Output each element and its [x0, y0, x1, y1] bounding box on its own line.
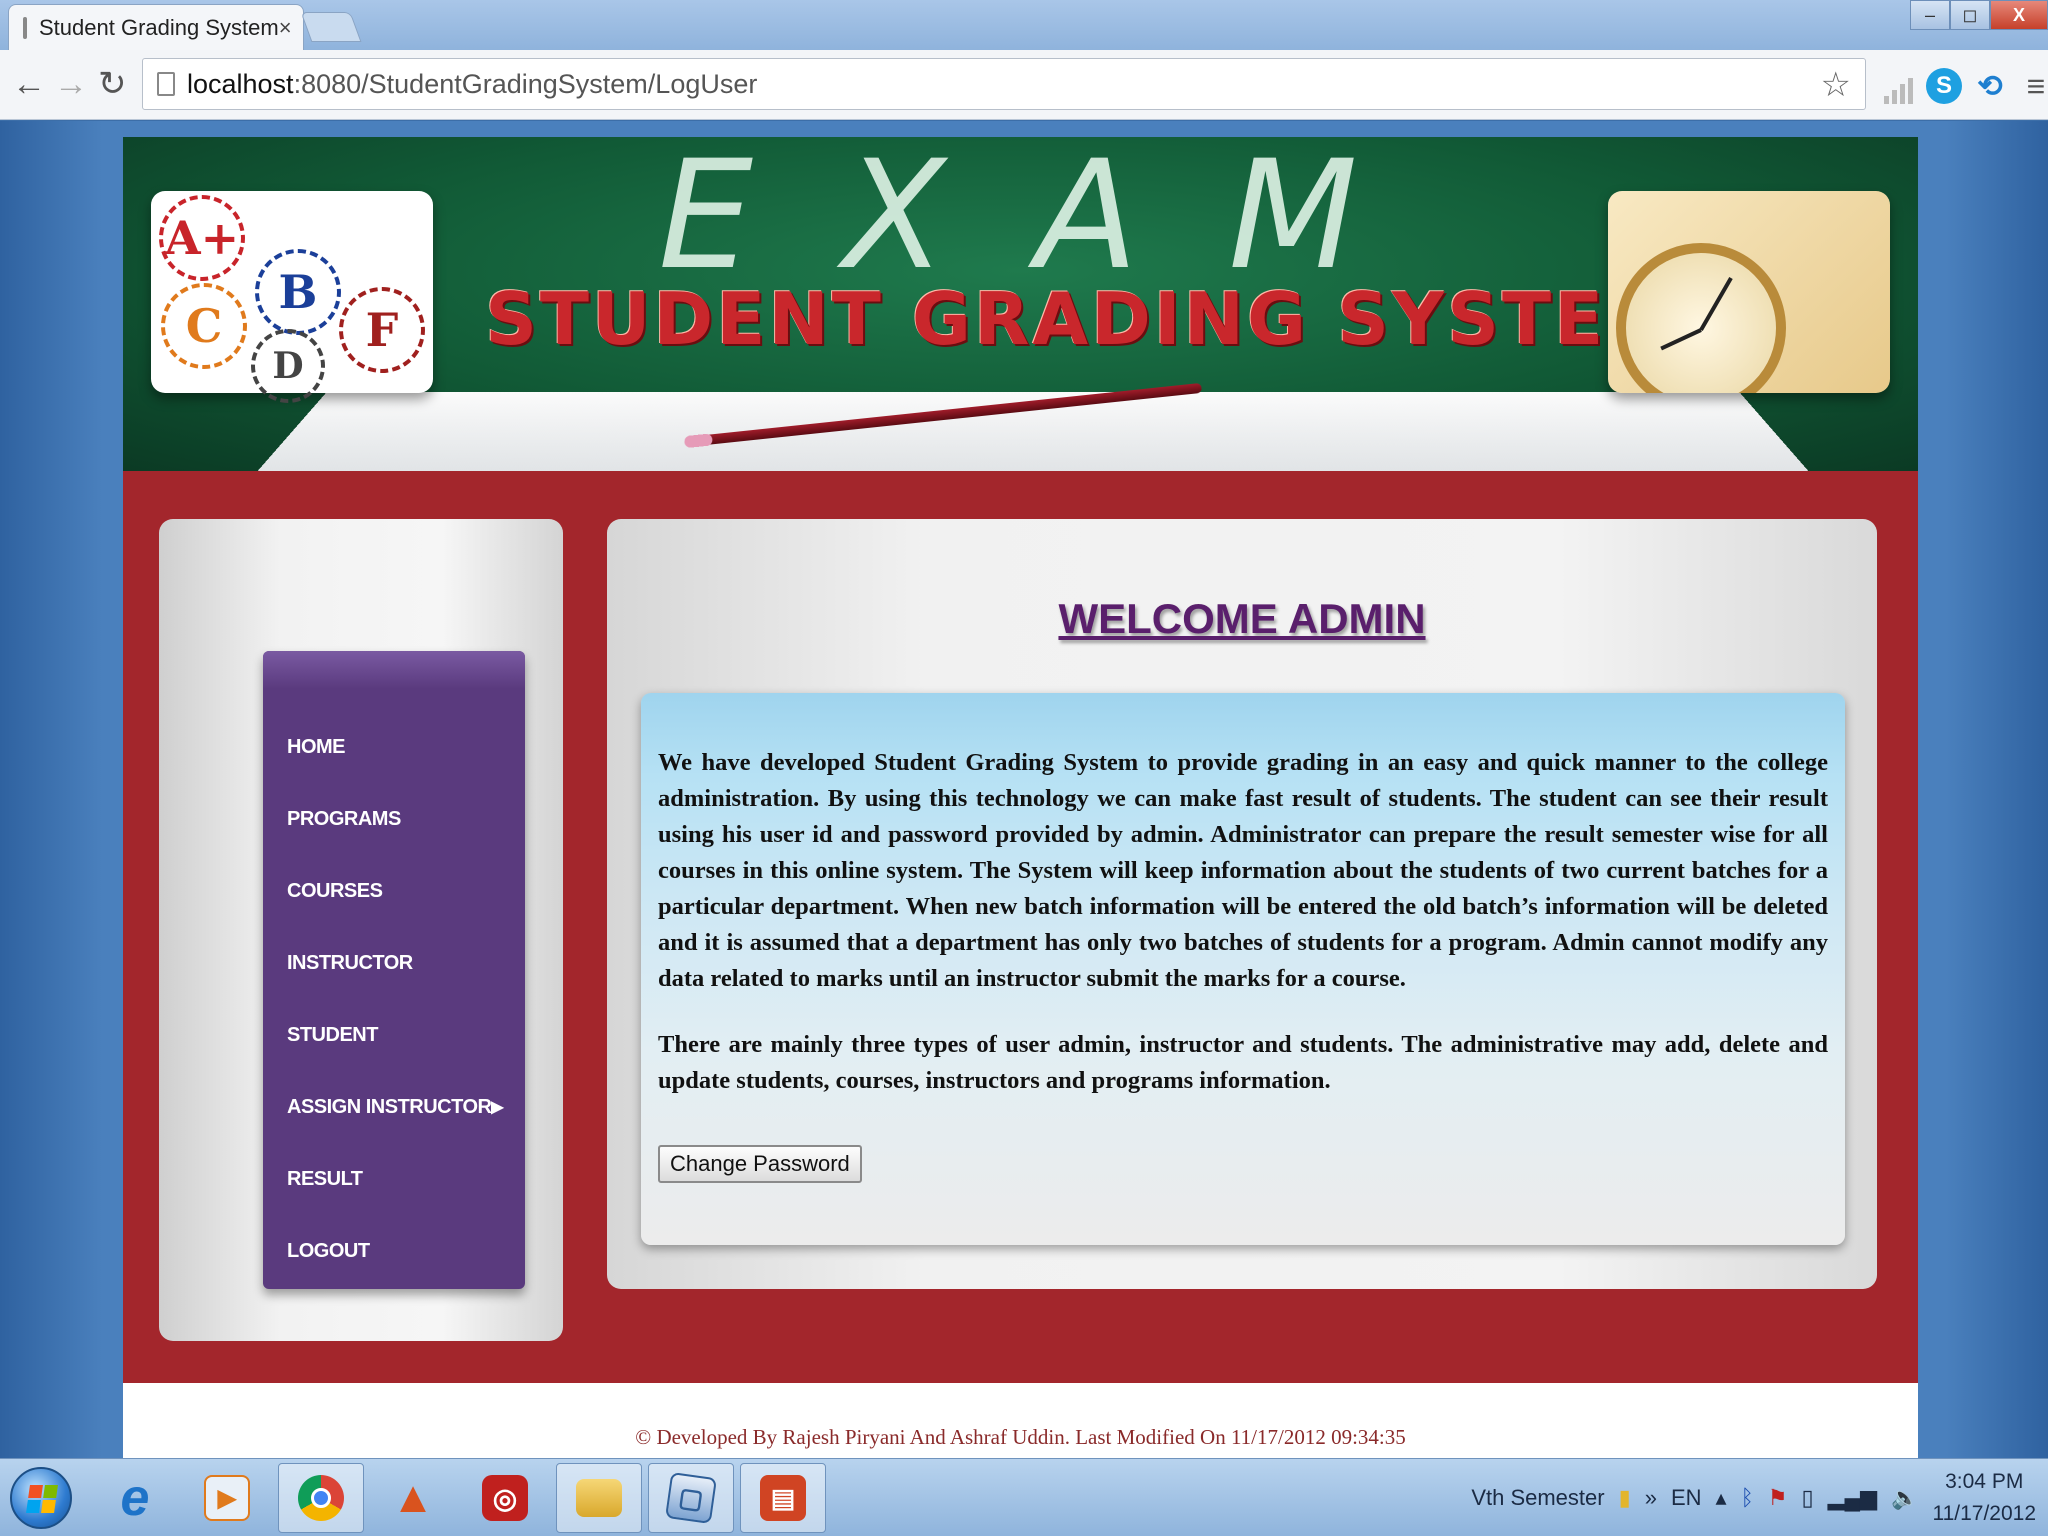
tab-title: Student Grading System	[39, 15, 279, 41]
grade-f: F	[339, 287, 425, 373]
grade-a-plus: A+	[159, 195, 245, 281]
action-center-flag-icon[interactable]: ⚑	[1768, 1485, 1788, 1511]
menu-item-home[interactable]: HOME	[263, 711, 525, 783]
bookmark-star-icon[interactable]: ☆	[1821, 65, 1851, 105]
site-title: STUDENT GRADING SYSTEM	[443, 277, 1723, 361]
battery-icon[interactable]: ▯	[1802, 1485, 1814, 1511]
powerpoint-icon[interactable]: ▤	[740, 1463, 826, 1533]
browser-titlebar: Student Grading System × – ◻ X	[0, 0, 2048, 50]
menu-item-label: RESULT	[287, 1168, 363, 1191]
media-app-icon[interactable]: ◎	[462, 1463, 548, 1533]
menu-item-result[interactable]: RESULT	[263, 1143, 525, 1215]
media-player-icon[interactable]: ▶	[184, 1463, 270, 1533]
content-panel: WELCOME ADMIN We have developed Student …	[607, 519, 1877, 1289]
browser-toolbar: ← → ↻ localhost :8080/StudentGradingSyst…	[0, 50, 2048, 120]
menu-item-label: COURSES	[287, 880, 382, 903]
close-window-button[interactable]: X	[1990, 0, 2048, 30]
network-signal-icon[interactable]: ▂▄▆	[1828, 1485, 1877, 1511]
internet-explorer-icon[interactable]: e	[92, 1463, 178, 1533]
description-paragraph: We have developed Student Grading System…	[658, 745, 1828, 997]
site-container: EXAM STUDENT GRADING SYSTEM A+ B C F D H…	[123, 137, 1918, 1458]
menu-item-label: STUDENT	[287, 1024, 378, 1047]
windows-logo-icon	[26, 1485, 58, 1513]
main-area: HOME PROGRAMS COURSES INSTRUCTOR STUDENT…	[123, 471, 1918, 1383]
grade-c: C	[161, 283, 247, 369]
address-bar[interactable]: localhost :8080/StudentGradingSystem/Log…	[142, 58, 1866, 110]
sidebar-panel: HOME PROGRAMS COURSES INSTRUCTOR STUDENT…	[159, 519, 563, 1341]
matlab-icon[interactable]: ▲	[370, 1463, 456, 1533]
nav-menu: HOME PROGRAMS COURSES INSTRUCTOR STUDENT…	[263, 651, 525, 1289]
menu-item-logout[interactable]: LOGOUT	[263, 1215, 525, 1287]
virtualbox-icon[interactable]: ▢	[648, 1463, 734, 1533]
signal-extension-icon[interactable]	[1880, 68, 1916, 104]
menu-item-student[interactable]: STUDENT	[263, 999, 525, 1071]
menu-header	[263, 651, 525, 689]
new-tab-button[interactable]	[301, 12, 362, 42]
taskbar: e ▶ ▲ ◎ ▢ ▤ Vth Semester ▮ » EN ▴ ᛒ ⚑ ▯ …	[0, 1458, 2048, 1536]
menu-list: HOME PROGRAMS COURSES INSTRUCTOR STUDENT…	[263, 689, 525, 1287]
window-controls: – ◻ X	[1910, 0, 2048, 30]
skype-extension-icon[interactable]: S	[1926, 68, 1962, 104]
toolbar-label[interactable]: Vth Semester	[1471, 1485, 1604, 1511]
menu-item-label: HOME	[287, 736, 345, 759]
grade-d: D	[251, 329, 325, 403]
grade-b: B	[255, 249, 341, 335]
welcome-heading: WELCOME ADMIN	[607, 595, 1877, 643]
volume-icon[interactable]: 🔈	[1891, 1485, 1918, 1511]
menu-item-label: ASSIGN INSTRUCTOR	[287, 1096, 491, 1119]
url-path: :8080/StudentGradingSystem/LogUser	[294, 69, 758, 100]
clock-hour-hand	[1660, 328, 1702, 350]
system-clock[interactable]: 3:04 PM 11/17/2012	[1932, 1466, 2036, 1530]
menu-item-label: PROGRAMS	[287, 808, 401, 831]
tab-close-icon[interactable]: ×	[279, 15, 292, 41]
footer: © Developed By Rajesh Piryani And Ashraf…	[123, 1383, 1918, 1458]
start-button[interactable]	[10, 1467, 72, 1529]
menu-item-instructor[interactable]: INSTRUCTOR	[263, 927, 525, 999]
language-indicator[interactable]: EN	[1671, 1485, 1702, 1511]
sync-extension-icon[interactable]: ⟲	[1972, 68, 2008, 104]
page-background: EXAM STUDENT GRADING SYSTEM A+ B C F D H…	[0, 121, 2048, 1458]
file-explorer-icon[interactable]	[556, 1463, 642, 1533]
forward-arrow-icon[interactable]: →	[54, 64, 88, 104]
chrome-icon[interactable]	[278, 1463, 364, 1533]
maximize-button[interactable]: ◻	[1950, 0, 1990, 30]
header-banner: EXAM STUDENT GRADING SYSTEM A+ B C F D	[123, 137, 1918, 471]
change-password-button[interactable]: Change Password	[658, 1145, 862, 1183]
footer-credits: © Developed By Rajesh Piryani And Ashraf…	[123, 1425, 1918, 1450]
menu-icon[interactable]: ≡	[2018, 68, 2048, 104]
menu-item-label: LOGOUT	[287, 1240, 370, 1263]
menu-item-programs[interactable]: PROGRAMS	[263, 783, 525, 855]
back-arrow-icon[interactable]: ←	[12, 64, 46, 104]
page-icon	[157, 72, 175, 96]
grades-logo: A+ B C F D	[151, 191, 433, 393]
toolbar-expand-chevron[interactable]: »	[1645, 1485, 1657, 1511]
minimize-button[interactable]: –	[1910, 0, 1950, 30]
clock-time: 3:04 PM	[1932, 1466, 2036, 1498]
browser-tab[interactable]: Student Grading System ×	[8, 4, 304, 50]
clock-icon	[1616, 243, 1786, 393]
page-icon	[23, 17, 27, 39]
bluetooth-icon[interactable]: ᛒ	[1741, 1485, 1754, 1511]
menu-item-label: INSTRUCTOR	[287, 952, 413, 975]
folder-tray-icon[interactable]: ▮	[1619, 1485, 1631, 1511]
clock-calendar-image	[1608, 191, 1890, 393]
info-box: We have developed Student Grading System…	[641, 693, 1845, 1245]
submenu-arrow-icon: ▶	[491, 1097, 503, 1117]
reload-icon[interactable]: ↻	[98, 64, 127, 104]
menu-item-courses[interactable]: COURSES	[263, 855, 525, 927]
menu-item-assign-instructor[interactable]: ASSIGN INSTRUCTOR ▶	[263, 1071, 525, 1143]
system-tray: Vth Semester ▮ » EN ▴ ᛒ ⚑ ▯ ▂▄▆ 🔈 3:04 P…	[1471, 1459, 2048, 1536]
show-hidden-icons-arrow[interactable]: ▴	[1716, 1485, 1727, 1511]
clock-date: 11/17/2012	[1932, 1498, 2036, 1530]
url-host: localhost	[187, 69, 294, 100]
clock-minute-hand	[1699, 277, 1732, 331]
user-types-paragraph: There are mainly three types of user adm…	[658, 1027, 1828, 1099]
